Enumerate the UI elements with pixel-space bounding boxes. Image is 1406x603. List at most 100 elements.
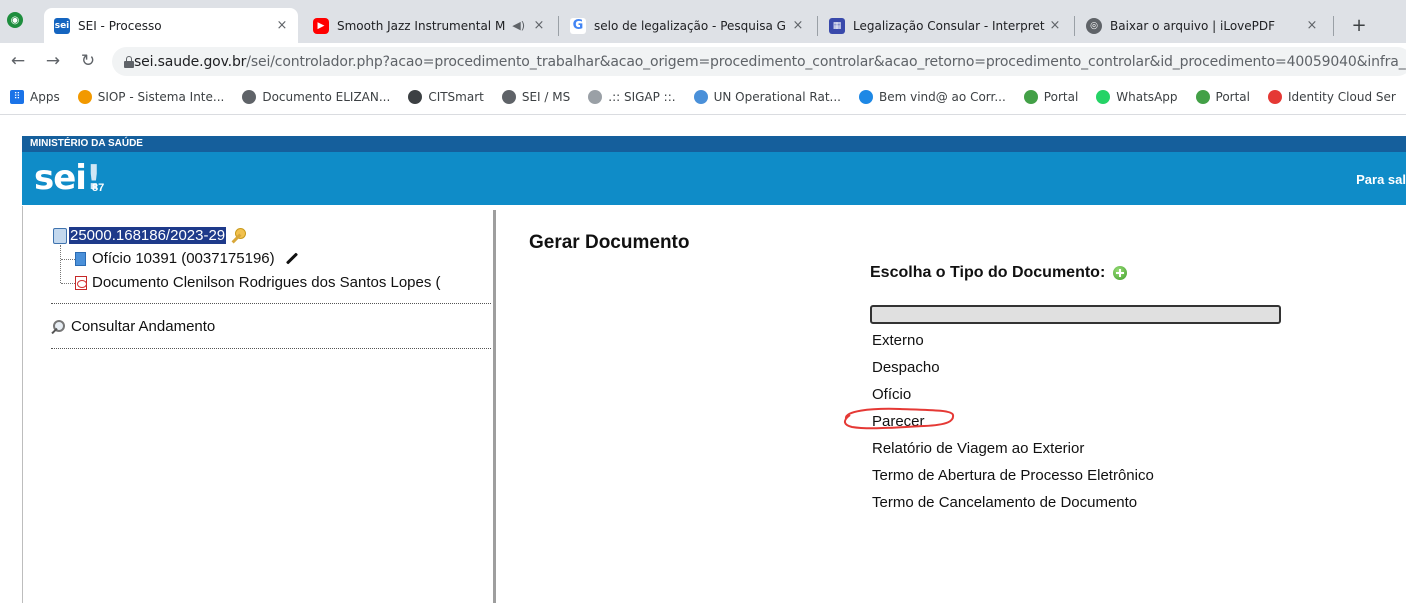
tab-title: Smooth Jazz Instrumental M: [337, 18, 506, 33]
tab-title: Legalização Consular - Interpret: [853, 18, 1045, 33]
tree-item-label[interactable]: Documento Clenilson Rodrigues dos Santos…: [92, 274, 441, 291]
portal-icon: [1023, 90, 1038, 104]
sei-header: sei! 87 Para sal: [22, 152, 1406, 205]
document-type-option[interactable]: Ofício: [872, 381, 1154, 408]
tab-legalizacao-consular[interactable]: ▦ Legalização Consular - Interpret ×: [819, 8, 1071, 43]
back-arrow-icon[interactable]: ←: [8, 51, 28, 71]
profile-icon[interactable]: ◉: [7, 12, 23, 28]
pdf-icon: [75, 275, 87, 290]
bookmark-item[interactable]: Identity Cloud Ser: [1268, 90, 1396, 104]
document-type-option[interactable]: Externo: [872, 327, 1154, 354]
audio-playing-icon[interactable]: ◀): [512, 19, 525, 32]
google-icon: G: [570, 17, 586, 34]
citsmart-icon: [408, 90, 423, 104]
site-icon: ▦: [829, 17, 845, 34]
tree-connector: [61, 283, 75, 284]
close-tab-icon[interactable]: ×: [274, 18, 290, 33]
page-title: Gerar Documento: [529, 232, 690, 253]
bookmark-item[interactable]: Portal: [1195, 90, 1250, 104]
tab-separator: [817, 16, 818, 36]
red-circle-annotation: [844, 407, 955, 430]
tab-smooth-jazz[interactable]: ▶ Smooth Jazz Instrumental M ◀) ×: [303, 8, 555, 43]
document-type-option[interactable]: Termo de Cancelamento de Documento: [872, 489, 1154, 516]
identity-cloud-icon: [1268, 90, 1282, 104]
tab-google-search[interactable]: G selo de legalização - Pesquisa G ×: [560, 8, 814, 43]
portal-icon: [1195, 90, 1210, 104]
tree-item-oficio[interactable]: Ofício 10391 (0037175196): [75, 250, 299, 267]
bookmark-item[interactable]: SIOP - Sistema Inte...: [77, 90, 225, 104]
page-icon: [588, 90, 603, 104]
close-tab-icon[interactable]: ×: [790, 18, 806, 33]
process-number[interactable]: 25000.168186/2023-29: [69, 227, 227, 244]
pen-icon[interactable]: [285, 252, 298, 265]
bookmark-item[interactable]: Portal: [1023, 90, 1078, 104]
bookmark-item[interactable]: SEI / MS: [501, 90, 570, 104]
choose-type-label: Escolha o Tipo do Documento:: [870, 264, 1106, 281]
bookmark-label[interactable]: Portal: [1216, 90, 1250, 104]
sei-favicon-icon: sei: [54, 17, 70, 34]
document-type-filter-input[interactable]: [870, 305, 1281, 324]
magnifier-icon: [51, 319, 65, 334]
reload-icon[interactable]: ↻: [78, 51, 98, 71]
close-tab-icon[interactable]: ×: [531, 18, 547, 33]
bookmark-item[interactable]: UN Operational Rat...: [693, 90, 841, 104]
bookmarks-bar: ⠿ Apps SIOP - Sistema Inte... Documento ELI…: [0, 80, 1406, 115]
tab-title: SEI - Processo: [78, 18, 162, 33]
choose-type-heading: Escolha o Tipo do Documento:: [870, 264, 1128, 282]
address-bar[interactable]: sei.saude.gov.br/sei/controlador.php?aca…: [112, 47, 1406, 76]
bookmark-item[interactable]: WhatsApp: [1096, 90, 1178, 104]
document-type-option[interactable]: Despacho: [872, 354, 1154, 381]
bookmark-label[interactable]: Bem vind@ ao Corr...: [879, 90, 1006, 104]
siop-icon: [77, 90, 92, 104]
key-icon[interactable]: [230, 227, 247, 244]
globe-icon: [242, 90, 257, 104]
bookmark-label[interactable]: Identity Cloud Ser: [1288, 90, 1396, 104]
document-icon: [75, 251, 86, 266]
document-pane: Gerar Documento Escolha o Tipo do Docume…: [496, 206, 1406, 603]
bookmark-label[interactable]: Portal: [1044, 90, 1078, 104]
consult-label[interactable]: Consultar Andamento: [71, 318, 215, 335]
sei-logo[interactable]: sei!: [34, 158, 101, 198]
tab-sei-processo[interactable]: sei SEI - Processo ×: [44, 8, 298, 43]
bookmark-item[interactable]: ⠿ Apps: [10, 90, 60, 104]
bookmark-label[interactable]: .:: SIGAP ::.: [608, 90, 675, 104]
tab-separator: [558, 16, 559, 36]
header-right-link[interactable]: Para sal: [1356, 172, 1406, 187]
tab-ilovepdf[interactable]: ◎ Baixar o arquivo | iLovePDF ×: [1076, 8, 1328, 43]
tree-connector: [61, 259, 75, 260]
consultar-andamento-link[interactable]: Consultar Andamento: [51, 318, 215, 335]
tab-separator: [1333, 16, 1334, 36]
tree-item-label[interactable]: Ofício 10391 (0037175196): [92, 250, 275, 267]
browser-tab-strip: ◉ sei SEI - Processo × ▶ Smooth Jazz Ins…: [0, 0, 1406, 43]
bookmark-label[interactable]: CITSmart: [428, 90, 484, 104]
bookmark-item[interactable]: Documento ELIZAN...: [242, 90, 390, 104]
separator: [51, 303, 491, 304]
bookmark-label[interactable]: UN Operational Rat...: [714, 90, 841, 104]
bookmark-label[interactable]: SEI / MS: [522, 90, 570, 104]
process-root[interactable]: 25000.168186/2023-29: [53, 227, 247, 244]
tree-item-documento[interactable]: Documento Clenilson Rodrigues dos Santos…: [75, 274, 495, 291]
whatsapp-icon: [1096, 90, 1111, 104]
new-tab-button[interactable]: +: [1348, 14, 1370, 36]
bookmark-label[interactable]: Apps: [30, 90, 60, 104]
add-circle-icon[interactable]: [1113, 266, 1128, 280]
bookmark-item[interactable]: CITSmart: [408, 90, 484, 104]
bookmark-label[interactable]: SIOP - Sistema Inte...: [98, 90, 225, 104]
browser-toolbar: ← → ↻ sei.saude.gov.br/sei/controlador.p…: [0, 43, 1406, 80]
forward-arrow-icon[interactable]: →: [43, 51, 63, 71]
document-type-option[interactable]: Termo de Abertura de Processo Eletrônico: [872, 462, 1154, 489]
unit-number: 87: [92, 182, 105, 194]
bookmark-item[interactable]: Bem vind@ ao Corr...: [858, 90, 1006, 104]
globe-icon: [501, 90, 516, 104]
bookmark-item[interactable]: .:: SIGAP ::.: [588, 90, 676, 104]
document-type-option[interactable]: Relatório de Viagem ao Exterior: [872, 435, 1154, 462]
bookmark-label[interactable]: WhatsApp: [1116, 90, 1177, 104]
process-folder-icon: [53, 227, 67, 244]
close-tab-icon[interactable]: ×: [1047, 18, 1063, 33]
tab-title: Baixar o arquivo | iLovePDF: [1110, 18, 1276, 33]
bookmark-label[interactable]: Documento ELIZAN...: [262, 90, 390, 104]
close-tab-icon[interactable]: ×: [1304, 18, 1320, 33]
un-icon: [693, 90, 708, 104]
url-text[interactable]: sei.saude.gov.br/sei/controlador.php?aca…: [134, 54, 1406, 70]
apps-grid-icon: ⠿: [10, 90, 24, 104]
